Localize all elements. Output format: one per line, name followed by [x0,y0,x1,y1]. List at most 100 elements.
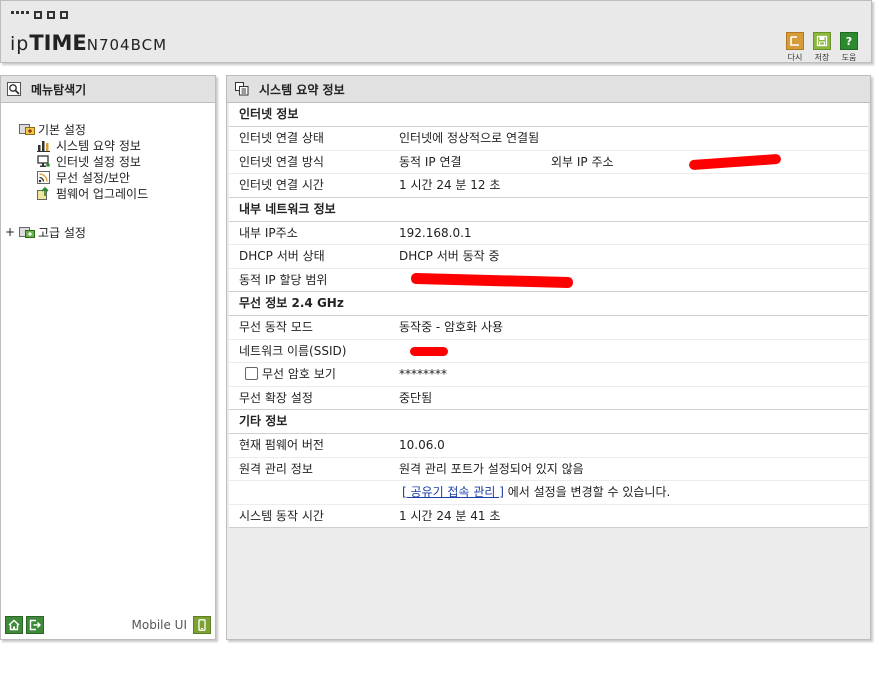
help-icon: ? [840,32,858,50]
mobile-phone-icon [198,619,206,631]
tree-item-internet-settings[interactable]: 인터넷 설정 정보 [1,153,215,169]
wireless-icon [37,170,50,184]
brand-time: TIME [29,31,87,55]
row-key: 무선 확장 설정 [239,390,313,405]
row-key: 동적 IP 할당 범위 [239,272,328,287]
row-key: 시스템 동작 시간 [239,508,324,523]
menu-explorer: 메뉴탐색기 기본 설정 시스템 요약 정보 인터넷 설정 정보 무선 설정/보안… [0,75,216,640]
windows-icon [235,82,249,96]
menu-explorer-title: 메뉴탐색기 [31,82,87,97]
section-lan-title: 내부 네트워크 정보 [229,197,868,222]
system-summary-header: 시스템 요약 정보 [227,76,870,103]
row-key: 무선 동작 모드 [239,320,313,334]
row-key: 인터넷 연결 시간 [239,178,324,192]
show-password-checkbox[interactable] [245,367,258,380]
expand-plus-icon[interactable]: + [5,225,19,239]
home-icon [8,619,20,631]
row-firmware-version: 현재 펌웨어 버전 10.06.0 [229,434,868,458]
menu-tree: 기본 설정 시스템 요약 정보 인터넷 설정 정보 무선 설정/보안 펌웨어 업… [1,103,215,240]
row-key: 인터넷 연결 상태 [239,131,324,145]
tree-item-label: 인터넷 설정 정보 [56,154,141,169]
save-label: 저장 [814,53,830,62]
tree-item-system-summary[interactable]: 시스템 요약 정보 [1,137,215,153]
menu-explorer-header: 메뉴탐색기 [1,76,215,103]
tree-group-basic-label: 기본 설정 [38,122,86,137]
tree-item-label: 펌웨어 업그레이드 [56,186,149,201]
help-button[interactable]: ? 도움 [839,32,859,63]
row-value: 10.06.0 [399,438,445,452]
mobile-ui-button[interactable] [193,616,211,634]
redaction-mark [410,346,448,356]
row-value: 동작중 - 암호화 사용 [399,320,504,334]
tree-group-advanced-label: 고급 설정 [38,225,86,240]
row-value: 1 시간 24 분 12 초 [399,178,501,192]
row-key [229,481,399,504]
row-value: ******** [399,367,447,381]
tree-item-wireless-security[interactable]: 무선 설정/보안 [1,169,215,185]
row-dhcp-range: 동적 IP 할당 범위 [229,269,868,292]
system-summary-title: 시스템 요약 정보 [259,82,345,97]
logout-icon [29,619,41,631]
mobile-ui-label[interactable]: Mobile UI [132,618,188,632]
folder-closed-icon [19,227,35,238]
row-wireless-mode: 무선 동작 모드 동작중 - 암호화 사용 [229,316,868,340]
top-header: ipTIMEN704BCM 다시 저장 ? 도움 [0,0,872,63]
tree-item-label: 시스템 요약 정보 [56,138,141,153]
row-key: 내부 IP주소 [239,225,298,240]
row-value: [ 공유기 접속 관리 ] 에서 설정을 변경할 수 있습니다. [399,481,868,504]
row-key: 무선 암호 보기 [262,367,336,381]
row-lan-ip: 내부 IP주소 192.168.0.1 [229,222,868,245]
home-button[interactable] [5,616,23,634]
row-remote-management-hint: [ 공유기 접속 관리 ] 에서 설정을 변경할 수 있습니다. [229,481,868,505]
tree-group-basic[interactable]: 기본 설정 [1,121,215,137]
external-ip-label: 외부 IP 주소 [551,154,614,169]
row-internet-status: 인터넷 연결 상태 인터넷에 정상적으로 연결됨 [229,127,868,151]
row-show-password: 무선 암호 보기 ******** [229,363,868,387]
row-internet-time: 인터넷 연결 시간 1 시간 24 분 12 초 [229,174,868,198]
help-label: 도움 [841,53,857,62]
undo-label: 다시 [787,53,803,62]
save-icon [813,32,831,50]
undo-icon [786,32,804,50]
row-key: 네트워크 이름(SSID) [239,343,347,358]
bar-chart-icon [37,140,50,152]
show-password-toggle[interactable]: 무선 암호 보기 [229,363,399,386]
folder-open-icon [19,124,35,135]
section-other-title: 기타 정보 [229,410,868,434]
row-internet-method: 인터넷 연결 방식 동적 IP 연결 외부 IP 주소 [229,151,868,174]
tree-item-label: 무선 설정/보안 [56,170,131,185]
row-key: 원격 관리 정보 [239,461,313,476]
row-ssid: 네트워크 이름(SSID) [229,340,868,363]
brand-ip: ip [10,33,30,55]
row-value: 192.168.0.1 [399,225,472,240]
row-value: 인터넷에 정상적으로 연결됨 [399,131,540,145]
row-dhcp-status: DHCP 서버 상태 DHCP 서버 동작 중 [229,245,868,269]
magnifier-icon [7,82,21,96]
brand-logo-dots [11,11,68,19]
row-key: DHCP 서버 상태 [239,249,325,263]
save-button[interactable]: 저장 [812,32,832,63]
model-name: N704BCM [86,36,168,54]
logout-button[interactable] [26,616,44,634]
row-value: DHCP 서버 동작 중 [399,249,500,263]
row-value: 중단됨 [399,390,433,405]
hint-text: 에서 설정을 변경할 수 있습니다. [503,485,671,499]
monitor-icon [37,154,50,167]
summary-content: 인터넷 정보 인터넷 연결 상태 인터넷에 정상적으로 연결됨 인터넷 연결 방… [229,103,868,528]
row-key: 인터넷 연결 방식 [239,154,324,169]
row-value: 동적 IP 연결 [399,154,462,169]
row-value: 1 시간 24 분 41 초 [399,508,501,523]
undo-button[interactable]: 다시 [785,32,805,63]
row-wireless-extension: 무선 확장 설정 중단됨 [229,387,868,410]
row-value [399,340,868,363]
row-remote-management: 원격 관리 정보 원격 관리 포트가 설정되어 있지 않음 [229,458,868,481]
tree-item-firmware-upgrade[interactable]: 펌웨어 업그레이드 [1,185,215,201]
router-access-management-link[interactable]: [ 공유기 접속 관리 ] [402,485,504,499]
section-internet-title: 인터넷 정보 [229,103,868,127]
upgrade-icon [37,186,49,200]
brand-logo: ipTIMEN704BCM [10,31,167,55]
row-key: 현재 펌웨어 버전 [239,438,324,452]
tree-group-advanced[interactable]: + 고급 설정 [1,224,215,240]
row-value: 원격 관리 포트가 설정되어 있지 않음 [399,461,584,476]
row-system-uptime: 시스템 동작 시간 1 시간 24 분 41 초 [229,505,868,528]
